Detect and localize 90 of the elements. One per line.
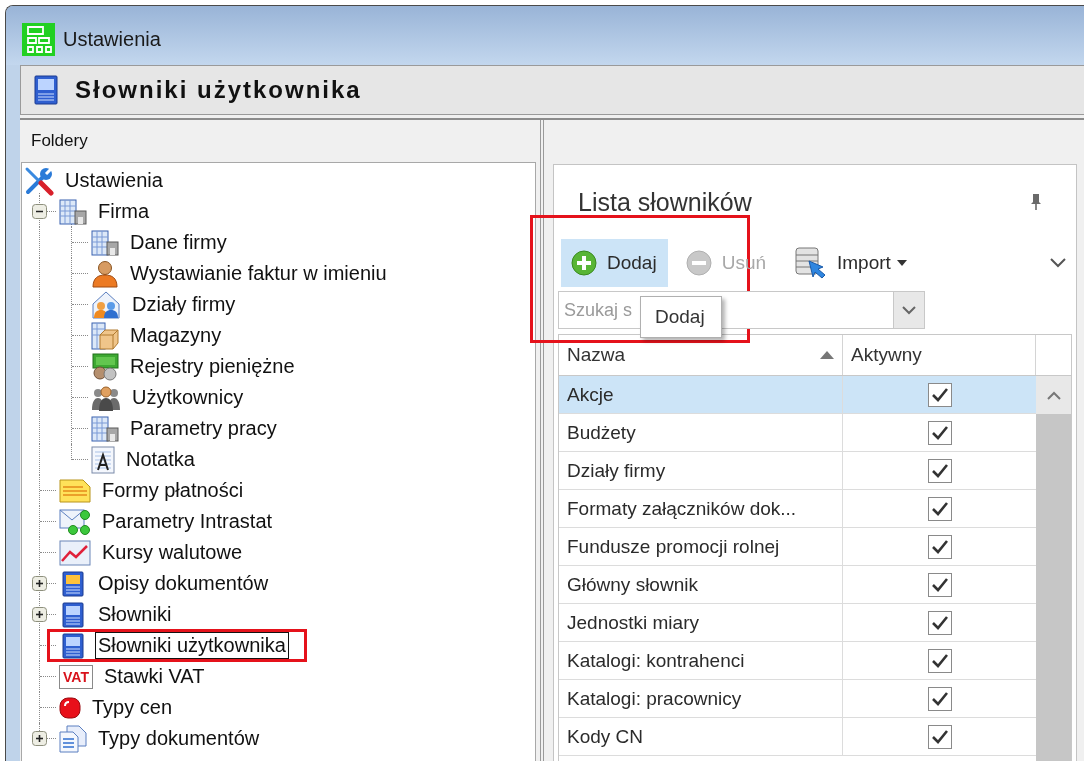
- table-cell: Formaty załączników dok...: [559, 490, 843, 527]
- expand-icon[interactable]: [32, 576, 47, 591]
- minus-icon: [685, 250, 712, 276]
- expand-icon[interactable]: [32, 607, 47, 622]
- table-row[interactable]: Jednostki miary: [559, 604, 1036, 642]
- building-icon: [91, 415, 119, 442]
- table-cell: Akcje: [559, 376, 843, 413]
- tree-item[interactable]: Słowniki: [95, 601, 175, 628]
- checkbox[interactable]: [927, 724, 952, 749]
- tree-item[interactable]: Ustawienia: [62, 167, 166, 194]
- table-cell: Kody CN: [559, 718, 843, 755]
- pin-icon[interactable]: [1030, 193, 1042, 211]
- toolbar-button[interactable]: Dodaj: [561, 239, 668, 287]
- database-arrow-icon: [795, 247, 827, 279]
- panel-title: Lista słowników: [578, 189, 752, 215]
- document-icon: [59, 478, 91, 503]
- checkbox[interactable]: [927, 534, 952, 559]
- chevron-up-icon: [1046, 390, 1061, 400]
- checkbox[interactable]: [927, 382, 952, 407]
- documents-icon: [59, 724, 87, 753]
- checkbox[interactable]: [927, 496, 952, 521]
- checkbox[interactable]: [927, 648, 952, 673]
- checkbox[interactable]: [927, 458, 952, 483]
- toolbar-button[interactable]: Import: [785, 239, 918, 287]
- dropdown-button[interactable]: [893, 291, 925, 329]
- column-header[interactable]: Nazwa: [559, 335, 843, 375]
- rate-badge: VAT: [59, 664, 93, 689]
- people-icon: [91, 383, 121, 412]
- window-title: Ustawienia: [63, 28, 161, 51]
- line-chart-icon: [59, 539, 91, 566]
- tree-item[interactable]: Użytkownicy: [129, 384, 247, 411]
- envelope-icon: [59, 507, 91, 536]
- money-icon: [91, 352, 119, 381]
- table-row[interactable]: Fundusze promocji rolnej: [559, 528, 1036, 566]
- tree-item[interactable]: Stawki VAT: [101, 663, 208, 690]
- tools-icon: [24, 165, 54, 196]
- table-row[interactable]: Katalogi: kontrahenci: [559, 642, 1036, 680]
- table-row[interactable]: Katalogi: pracownicy: [559, 680, 1036, 718]
- document-icon: [34, 75, 58, 105]
- tree-item[interactable]: Magazyny: [127, 322, 225, 349]
- tree-item[interactable]: Formy płatności: [99, 477, 247, 504]
- tree-item[interactable]: Typy cen: [89, 694, 176, 721]
- tree-item[interactable]: Dane firmy: [127, 229, 230, 256]
- building-box-icon: [91, 321, 119, 350]
- document-icon: [62, 601, 84, 628]
- table-cell: Główny słownik: [559, 566, 843, 603]
- tree-item[interactable]: Typy dokumentów: [95, 725, 263, 752]
- tree-item[interactable]: Notatka: [123, 446, 198, 473]
- tree-item[interactable]: Parametry pracy: [127, 415, 280, 442]
- tree-item[interactable]: Opisy dokumentów: [95, 570, 272, 597]
- checkbox[interactable]: [927, 572, 952, 597]
- table-row[interactable]: Formaty załączników dok...: [559, 490, 1036, 528]
- table-cell: Katalogi: kontrahenci: [559, 642, 843, 679]
- document-icon: [62, 570, 84, 597]
- building-icon: [59, 198, 87, 225]
- house-people-icon: [91, 290, 121, 319]
- expand-icon[interactable]: [32, 731, 47, 746]
- column-header[interactable]: Aktywny: [843, 335, 1036, 375]
- table-cell: Katalogi: pracownicy: [559, 680, 843, 717]
- panel-title: Foldery: [31, 131, 88, 151]
- checkbox[interactable]: [927, 420, 952, 445]
- tree-item[interactable]: Działy firmy: [129, 291, 239, 318]
- tree-item[interactable]: Wystawianie faktur w imieniu: [127, 260, 390, 287]
- table-row[interactable]: Działy firmy: [559, 452, 1036, 490]
- plus-icon: [571, 250, 597, 276]
- app-icon: [22, 23, 55, 56]
- tree-item[interactable]: Parametry Intrastat: [99, 508, 276, 535]
- table-row[interactable]: Akcje: [559, 376, 1036, 414]
- tree-item[interactable]: Kursy walutowe: [99, 539, 246, 566]
- table-cell: Fundusze promocji rolnej: [559, 528, 843, 565]
- checkbox[interactable]: [927, 686, 952, 711]
- tooltip: Dodaj: [640, 296, 722, 338]
- checkbox[interactable]: [927, 610, 952, 635]
- table-cell: Budżety: [559, 414, 843, 451]
- person-icon: [91, 259, 119, 288]
- table-row[interactable]: Budżety: [559, 414, 1036, 452]
- tree-item[interactable]: Firma: [95, 198, 153, 225]
- table-row[interactable]: Główny słownik: [559, 566, 1036, 604]
- chevron-down-icon: [902, 305, 916, 315]
- building-icon: [91, 229, 119, 256]
- collapse-icon[interactable]: [32, 204, 47, 219]
- tree-item[interactable]: Rejestry pieniężne: [127, 353, 298, 380]
- page-title: Słowniki użytkownika: [75, 76, 362, 104]
- table-cell: Działy firmy: [559, 452, 843, 489]
- tree-item[interactable]: Słowniki użytkownika: [95, 632, 289, 659]
- chevron-down-icon[interactable]: [1050, 258, 1066, 268]
- table-cell: Jednostki miary: [559, 604, 843, 641]
- page-icon: [91, 445, 115, 474]
- table-row[interactable]: Kody CN: [559, 718, 1036, 756]
- document-icon: [62, 632, 84, 659]
